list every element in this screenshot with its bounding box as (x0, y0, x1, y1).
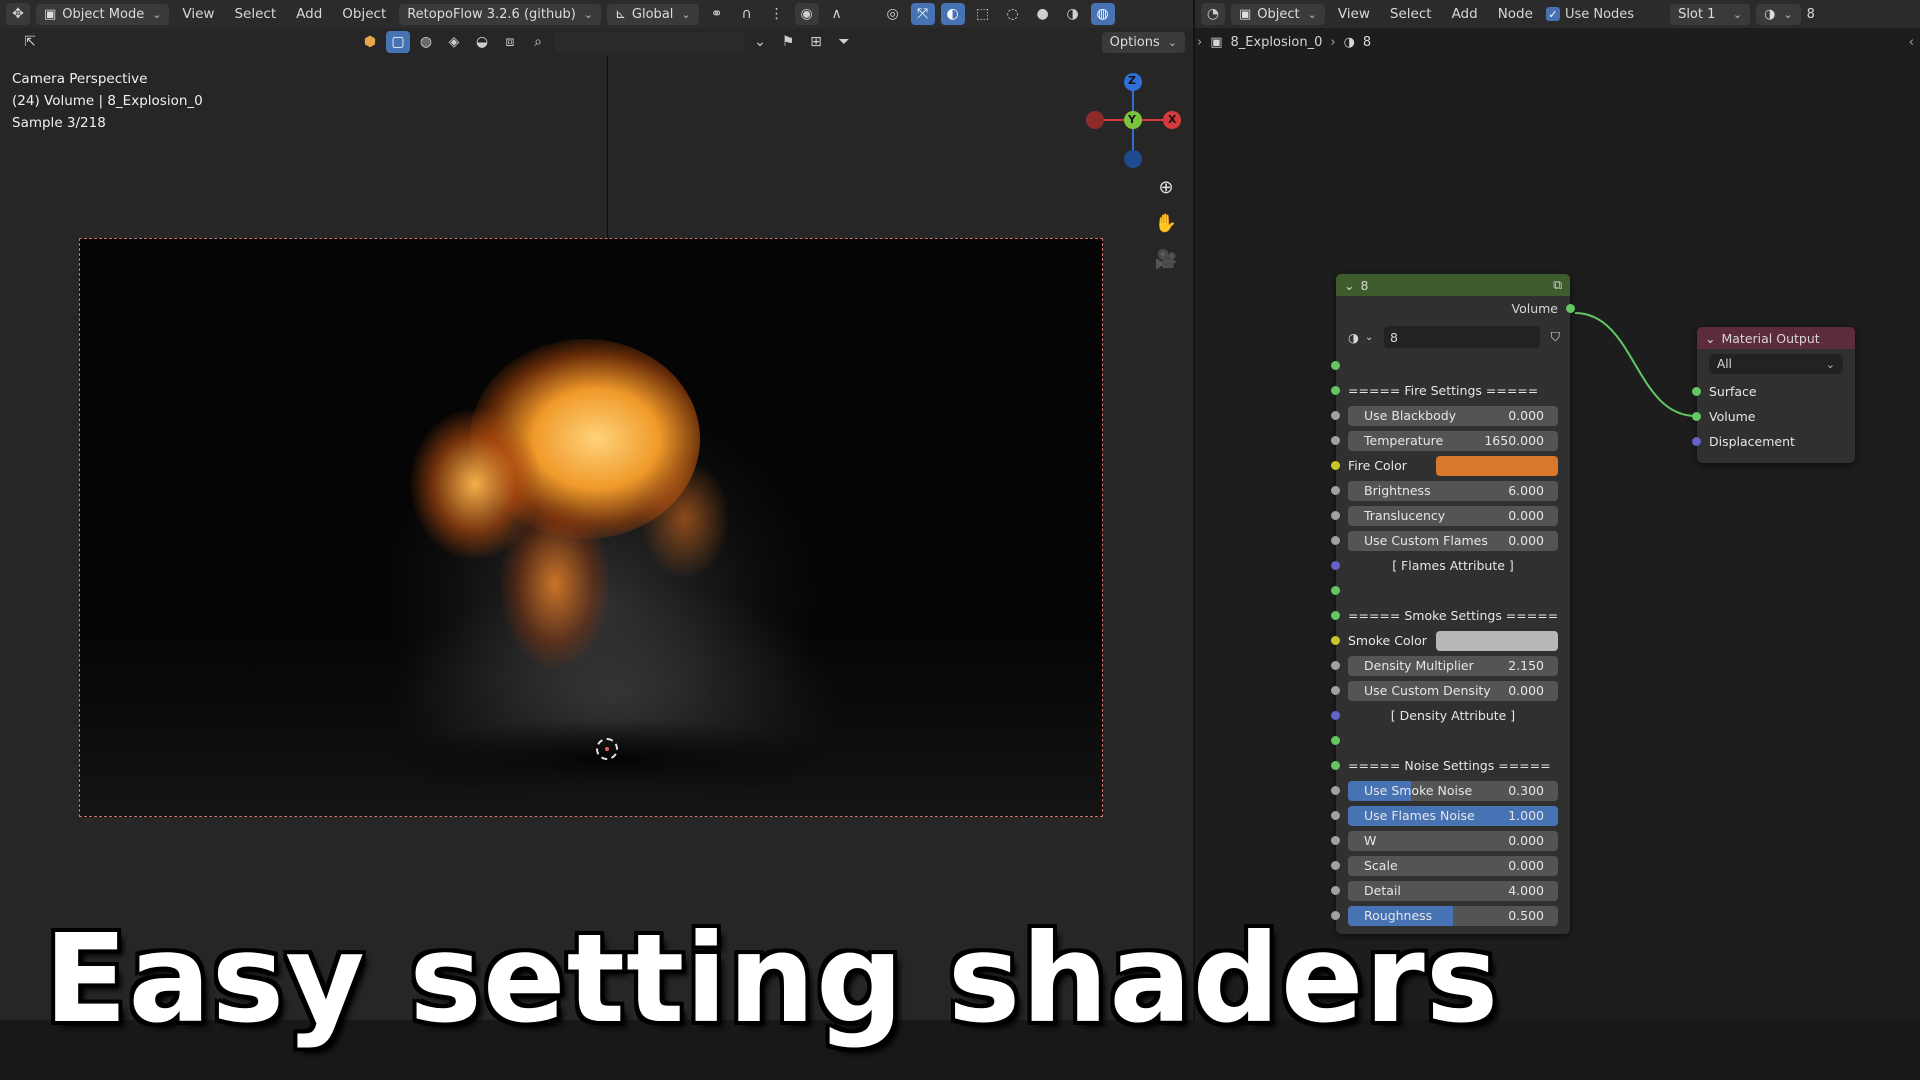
fire-color-swatch[interactable] (1436, 455, 1558, 476)
noise-settings-header: ===== Noise Settings ===== (1331, 753, 1570, 778)
socket[interactable] (1692, 412, 1701, 421)
world-icon[interactable]: ◒ (470, 31, 494, 53)
smoke-settings-header: ===== Smoke Settings ===== (1331, 603, 1570, 628)
proportional-edit-icon[interactable]: ◉ (794, 3, 819, 25)
view-perspective-text: Camera Perspective (12, 71, 148, 87)
use-smoke-noise-field[interactable]: Use Smoke Noise 0.300 (1348, 780, 1558, 801)
layout-icon[interactable]: ⊞ (804, 31, 828, 53)
rendered-shading-icon[interactable]: ◍ (1090, 3, 1115, 25)
menu-object[interactable]: Object (335, 3, 393, 25)
socket[interactable] (1566, 304, 1575, 313)
3d-viewport[interactable]: ✥ ▣ Object Mode View Select Add Object R… (0, 0, 1193, 1020)
node-group-icon[interactable]: ⧉ (1553, 277, 1562, 293)
render-sample-text: Sample 3/218 (12, 115, 106, 131)
camera-frame (79, 238, 1103, 817)
datablock-name-field[interactable]: 8 (1384, 326, 1540, 348)
falloff-icon[interactable]: ∧ (825, 3, 849, 25)
density-multiplier-field[interactable]: Density Multiplier 2.150 (1348, 655, 1558, 676)
filter-search-input[interactable] (554, 32, 744, 52)
retopoflow-menu[interactable]: RetopoFlow 3.2.6 (github) (399, 3, 602, 25)
snap-icon[interactable]: ∩ (735, 3, 759, 25)
xray-icon[interactable]: ⬚ (971, 3, 995, 25)
smoke-color-swatch[interactable] (1436, 630, 1558, 651)
viewport-info: Camera Perspective (24) Volume | 8_Explo… (12, 68, 203, 134)
overlay-toggle-icon[interactable]: ◐ (940, 3, 965, 25)
use-blackbody-field[interactable]: Use Blackbody 0.000 (1348, 405, 1558, 426)
chevron-down-icon[interactable]: ⌄ (748, 31, 772, 53)
pivot-icon[interactable]: ⚭ (705, 3, 729, 25)
translucency-field[interactable]: Translucency 0.000 (1348, 505, 1558, 526)
volume-input: Volume (1709, 409, 1756, 424)
empty-input (1331, 353, 1570, 378)
select-tool-icon[interactable]: ⇱ (18, 31, 42, 53)
detail-field[interactable]: Detail 4.000 (1348, 880, 1558, 901)
collapse-chevron-icon[interactable]: ⌄ (1705, 331, 1715, 346)
object-mode-icon: ▣ (44, 6, 57, 22)
socket[interactable] (1692, 437, 1701, 446)
group-node[interactable]: ⌄ 8 ⧉ Volume ◑ ⌄ 8 ⛉ ===== Fire Settings … (1331, 274, 1575, 934)
node-header[interactable]: ⌄ Material Output (1697, 327, 1855, 349)
retopo-toolbar: ⬢ ▢ ◍ ◈ ◒ ⧈ ⌕ ⌄ ⚑ ⊞ ⏷ (358, 31, 856, 53)
brightness-field[interactable]: Brightness 6.000 (1348, 480, 1558, 501)
material-sphere-icon: ◑ (1348, 329, 1359, 345)
sphere-icon[interactable]: ◍ (414, 31, 438, 53)
material-browse-button[interactable]: ◑ ⌄ (1348, 330, 1373, 345)
navigation-gizmo[interactable]: Z Y X (1085, 70, 1185, 170)
w-field[interactable]: W 0.000 (1348, 830, 1558, 851)
collapse-chevron-icon[interactable]: ⌄ (1344, 278, 1354, 293)
node-header[interactable]: ⌄ 8 ⧉ (1336, 274, 1570, 296)
menu-select[interactable]: Select (227, 3, 283, 25)
density-attribute-label: [ Density Attribute ] (1390, 708, 1516, 723)
viewport-tool-header: ⇱ ⬢ ▢ ◍ ◈ ◒ ⧈ ⌕ ⌄ ⚑ ⊞ ⏷ Options (0, 28, 1193, 56)
target-dropdown[interactable]: All (1709, 354, 1843, 374)
fake-user-shield-icon[interactable]: ⛉ (1551, 329, 1560, 345)
transform-icon: ✥ (12, 6, 24, 22)
editor-type-button[interactable]: ✥ (6, 3, 30, 25)
texture-icon[interactable]: ◈ (442, 31, 466, 53)
orientation-dropdown[interactable]: ⊾ Global (607, 3, 699, 25)
gizmo-toggle-icon[interactable]: ⤧ (910, 3, 935, 25)
use-flames-noise-field[interactable]: Use Flames Noise 1.000 (1348, 805, 1558, 826)
menu-view[interactable]: View (175, 3, 221, 25)
material-shading-icon[interactable]: ◑ (1061, 3, 1085, 25)
bookmark-icon[interactable]: ⚑ (776, 31, 800, 53)
scale-field[interactable]: Scale 0.000 (1348, 855, 1558, 876)
socket[interactable] (1692, 387, 1701, 396)
hand-pan-icon[interactable]: ✋ (1151, 208, 1181, 238)
flames-attribute-label: [ Flames Attribute ] (1392, 558, 1514, 573)
visibility-icon[interactable]: ◎ (881, 3, 905, 25)
material-output-node[interactable]: ⌄ Material Output All Surface Volume Dis… (1692, 327, 1855, 463)
fire-settings-header: ===== Fire Settings ===== (1331, 378, 1570, 403)
menu-add[interactable]: Add (289, 3, 329, 25)
temperature-field[interactable]: Temperature 1650.000 (1348, 430, 1558, 451)
retopo-gem-icon[interactable]: ⬢ (358, 31, 382, 53)
output-volume: Volume (1336, 296, 1575, 321)
datablock-row: ◑ ⌄ 8 ⛉ (1336, 321, 1570, 353)
solid-shading-icon[interactable]: ● (1031, 3, 1055, 25)
orientation-icon: ⊾ (615, 6, 626, 22)
image-icon[interactable]: ⧈ (498, 31, 522, 53)
camera-view-icon[interactable]: 🎥 (1151, 244, 1181, 274)
3d-cursor[interactable] (596, 738, 618, 760)
shader-node-editor[interactable]: ◔ ▣ Object View Select Add Node ✓ Use No… (1195, 0, 1920, 1020)
surface-input: Surface (1709, 384, 1757, 399)
object-info-text: (24) Volume | 8_Explosion_0 (12, 93, 203, 109)
use-custom-flames-field[interactable]: Use Custom Flames 0.000 (1348, 530, 1558, 551)
viewport-header: ✥ ▣ Object Mode View Select Add Object R… (0, 0, 1193, 28)
socket[interactable] (1331, 386, 1340, 395)
displacement-input: Displacement (1709, 434, 1795, 449)
select-box-icon[interactable]: ▢ (386, 31, 410, 53)
zoom-icon[interactable]: ⊕ (1151, 172, 1181, 202)
search-icon[interactable]: ⌕ (526, 31, 550, 53)
mode-dropdown[interactable]: ▣ Object Mode (36, 3, 170, 25)
filter-icon[interactable]: ⏷ (832, 31, 856, 53)
video-caption: Easy setting shaders (44, 908, 1500, 1050)
wireframe-shading-icon[interactable]: ◌ (1001, 3, 1025, 25)
options-dropdown[interactable]: Options (1101, 31, 1185, 53)
snap-target-icon[interactable]: ⋮ (765, 3, 789, 25)
use-custom-density-field[interactable]: Use Custom Density 0.000 (1348, 680, 1558, 701)
